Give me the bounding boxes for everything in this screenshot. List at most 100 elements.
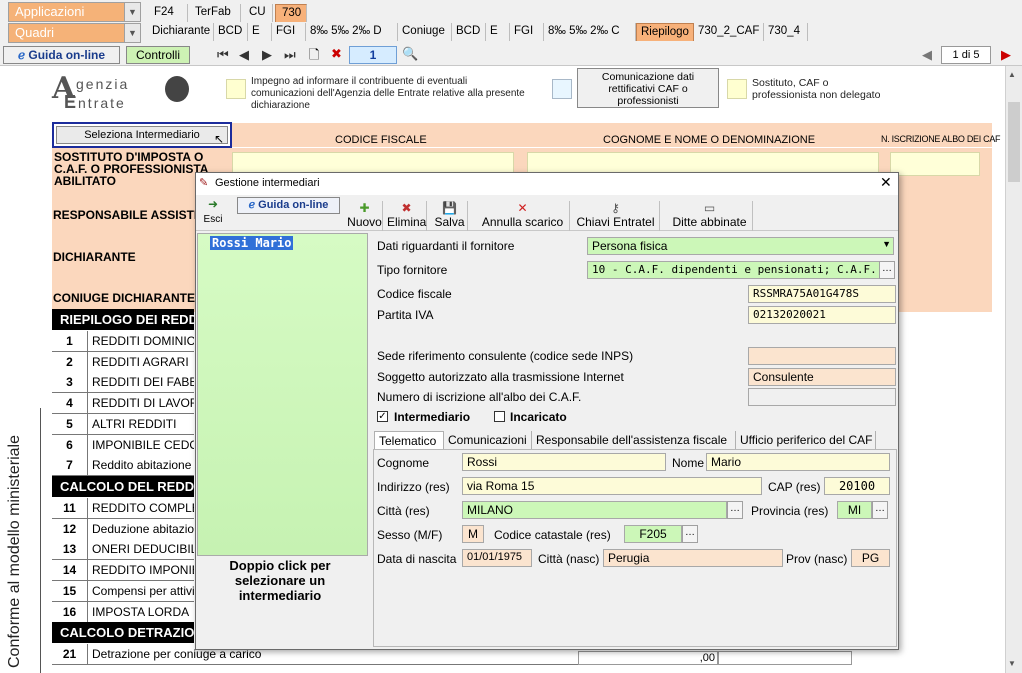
soggetto-field[interactable]: Consulente (748, 368, 896, 386)
scroll-up-icon[interactable]: ▲ (1008, 70, 1016, 79)
prev-page-icon[interactable]: ◀ (239, 47, 249, 63)
ie-icon: ℯ (17, 48, 26, 62)
toolbar-button-3[interactable]: ✕ Annulla scarico (476, 201, 570, 231)
dialog-tab[interactable]: Telematico (374, 431, 444, 449)
sub-tab[interactable]: Dichiarante (148, 23, 214, 41)
tipo-fornitore-lookup-button[interactable]: … (879, 261, 895, 279)
row-21-value-field-2[interactable] (718, 651, 852, 665)
search-page-icon[interactable]: 🔍 (402, 46, 418, 62)
sub-tab[interactable]: FGI (272, 23, 306, 41)
section-header: CALCOLO DEL REDDIT (52, 476, 194, 497)
next-page-icon[interactable]: ▶ (262, 47, 272, 63)
sub-tab[interactable]: Riepilogo (636, 23, 694, 41)
toolbar-button-1[interactable]: ✖ Elimina (387, 201, 427, 231)
sub-tab[interactable]: E (486, 23, 510, 41)
toolbar-button-4[interactable]: ⚷ Chiavi Entratel (572, 201, 660, 231)
sub-tab[interactable]: FGI (510, 23, 544, 41)
scroll-thumb[interactable] (1008, 102, 1020, 182)
top-tab[interactable]: TerFab (189, 4, 241, 22)
catastale-field[interactable]: F205 (624, 525, 682, 543)
top-tab[interactable]: 730 (275, 4, 307, 22)
seleziona-intermediario-button[interactable]: Seleziona Intermediario (56, 126, 228, 144)
intermediario-checkbox[interactable]: ✓ (377, 411, 388, 422)
nome-label: Nome (672, 456, 705, 470)
top-tab[interactable]: F24 (148, 4, 188, 22)
close-icon[interactable]: ✕ (880, 174, 892, 191)
partita-iva-field[interactable]: 02132020021 (748, 306, 896, 324)
sub-tab[interactable]: BCD (214, 23, 248, 41)
tipo-fornitore-field[interactable]: 10 - C.A.F. dipendenti e pensionati; C.A… (587, 261, 880, 279)
table-row: 13 ONERI DEDUCIBILI (52, 539, 194, 561)
list-item[interactable]: Rossi Mario (210, 236, 294, 250)
row-label: REDDITI AGRARI (92, 354, 189, 369)
incaricato-checkbox[interactable] (494, 411, 505, 422)
cognome-nome-header: COGNOME E NOME O DENOMINAZIONE (603, 134, 816, 146)
sostituto-checkbox[interactable] (727, 79, 747, 99)
scroll-down-icon[interactable]: ▼ (1008, 659, 1016, 668)
top-tab[interactable]: CU (243, 4, 273, 22)
albo-field[interactable] (748, 388, 896, 406)
row-label: Compensi per attivit (92, 583, 194, 598)
toolbar-button-0[interactable]: ✚ Nuovo (347, 201, 383, 231)
chevron-down-icon: ▼ (882, 239, 891, 249)
navigation-toolbar: ℯ Guida on-line Controlli ⏮ ◀ ▶ ⏭ 🗋 ✖ 1 … (0, 44, 1022, 66)
sub-tab[interactable]: BCD (452, 23, 486, 41)
dialog-tab[interactable]: Ufficio periferico del CAF (736, 431, 876, 449)
citta-nascita-field[interactable]: Perugia (603, 549, 783, 567)
cognome-field[interactable]: Rossi (462, 453, 666, 471)
table-row: 4 REDDITI DI LAVORO (52, 393, 194, 415)
fornitore-select[interactable]: Persona fisica ▼ (587, 237, 894, 255)
cap-field[interactable]: 20100 (824, 477, 890, 495)
dialog-title: Gestione intermediari (215, 177, 320, 189)
albo-label: Numero di iscrizione all'albo dei C.A.F. (377, 390, 582, 404)
sub-tab[interactable]: 730_4 (764, 23, 808, 41)
citta-field[interactable]: MILANO (462, 501, 727, 519)
toolbar-button-5[interactable]: ▭ Ditte abbinate (667, 201, 753, 231)
applicazioni-dropdown[interactable]: Applicazioni ▼ (8, 2, 141, 22)
sede-field[interactable] (748, 347, 896, 365)
page-scrollbar[interactable]: ▲ ▼ (1005, 66, 1022, 673)
sub-tab[interactable]: 730_2_CAF (694, 23, 764, 41)
section-header: RIEPILOGO DEI REDDI (52, 309, 194, 330)
catastale-lookup-button[interactable]: … (682, 525, 698, 543)
sub-tab[interactable]: Coniuge (398, 23, 452, 41)
first-page-icon[interactable]: ⏮ (217, 47, 229, 63)
dialog-guida-button[interactable]: ℯ Guida on-line (237, 197, 340, 214)
dialog-tab[interactable]: Responsabile dell'assistenza fiscale (532, 431, 736, 449)
esci-button[interactable]: ➜ Esci (198, 197, 228, 227)
row-21-value-field[interactable]: ,00 (578, 651, 718, 665)
prev-module-icon[interactable]: ◀ (922, 47, 932, 63)
guida-online-button[interactable]: ℯ Guida on-line (3, 46, 120, 64)
sesso-field[interactable]: M (462, 525, 484, 543)
data-nascita-label: Data di nascita (377, 552, 457, 566)
data-nascita-field[interactable]: 01/01/1975 (462, 549, 532, 567)
new-page-icon[interactable]: 🗋 (309, 46, 319, 68)
indirizzo-field[interactable]: via Roma 15 (462, 477, 762, 495)
citta-lookup-button[interactable]: … (727, 501, 743, 519)
intermediari-list[interactable]: Rossi Mario (197, 233, 368, 556)
prov-nascita-field[interactable]: PG (851, 549, 890, 567)
sub-tab[interactable]: E (248, 23, 272, 41)
last-page-icon[interactable]: ⏭ (284, 47, 296, 63)
dialog-tab[interactable]: Comunicazioni (444, 431, 532, 449)
codice-fiscale-field[interactable]: RSSMRA75A01G478S (748, 285, 896, 303)
comunicazione-checkbox[interactable] (552, 79, 572, 99)
provincia-lookup-button[interactable]: … (872, 501, 888, 519)
quadri-label: Quadri (15, 25, 55, 40)
toolbar-button-2[interactable]: 💾 Salva (432, 201, 468, 231)
provincia-field[interactable]: MI (837, 501, 872, 519)
seleziona-intermediario-frame: Seleziona Intermediario (52, 122, 232, 148)
sub-tab[interactable]: 8‰ 5‰ 2‰ D (306, 23, 398, 41)
toolbar-button-label: Salva (434, 215, 465, 229)
nome-field[interactable]: Mario (706, 453, 890, 471)
quadri-dropdown[interactable]: Quadri ▼ (8, 23, 141, 43)
next-module-icon[interactable]: ▶ (1001, 47, 1011, 63)
fornitore-label: Dati riguardanti il fornitore (377, 239, 515, 253)
delete-page-icon[interactable]: ✖ (331, 46, 342, 62)
page-number-field[interactable]: 1 (349, 46, 397, 64)
controlli-button[interactable]: Controlli (126, 46, 190, 64)
comunicazione-button[interactable]: Comunicazione dati rettificativi CAF o p… (577, 68, 719, 108)
sub-tab[interactable]: 8‰ 5‰ 2‰ C (544, 23, 636, 41)
sostituto-albo-field[interactable] (890, 152, 980, 176)
impegno-checkbox[interactable] (226, 79, 246, 99)
